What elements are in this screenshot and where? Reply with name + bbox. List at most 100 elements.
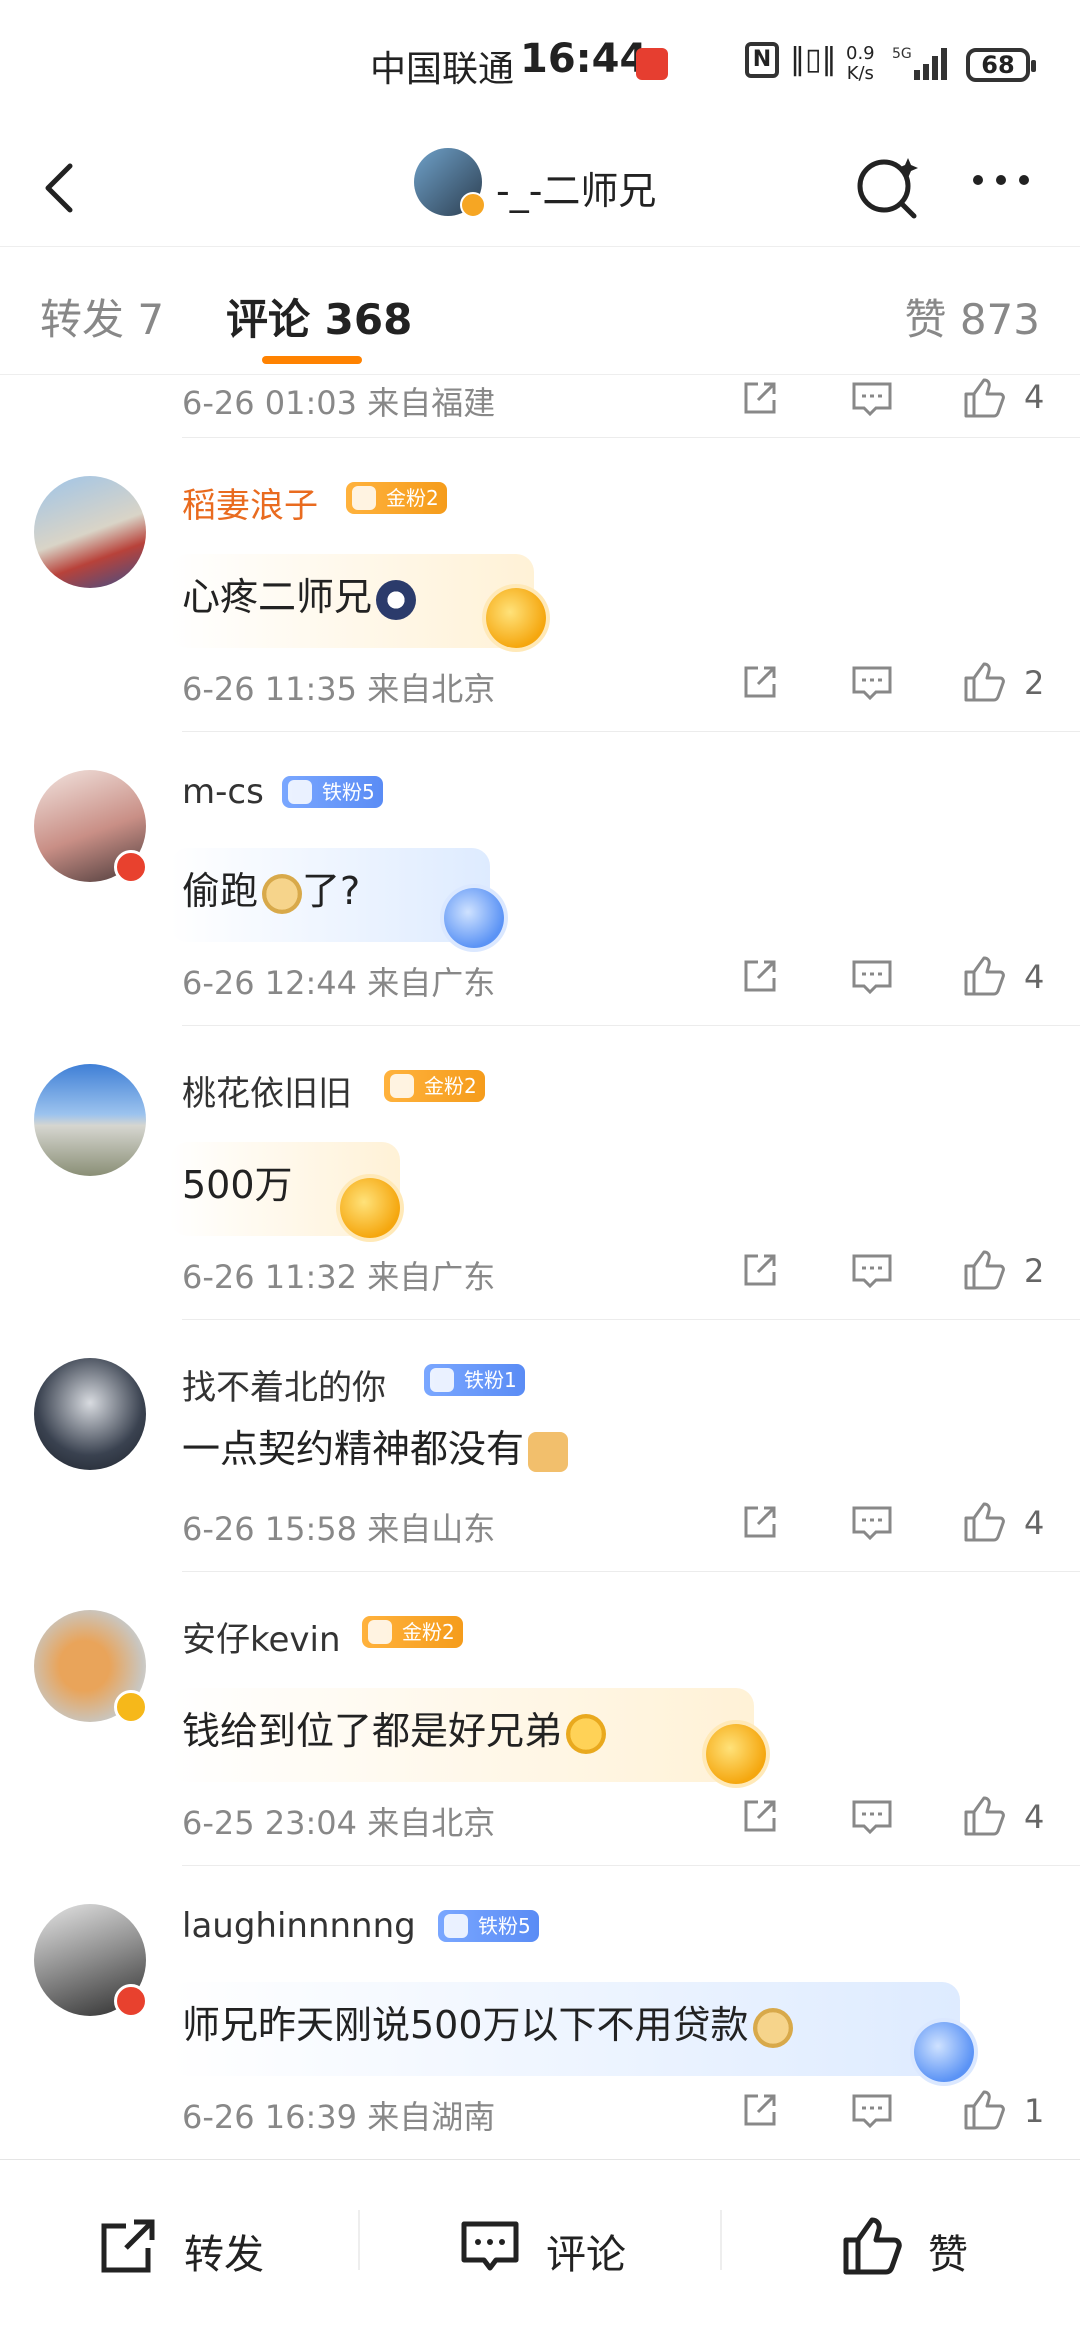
commenter-name[interactable]: m-cs: [182, 772, 264, 812]
like-count: 4: [1024, 1504, 1045, 1542]
member-badge-icon: [114, 850, 148, 884]
like-icon[interactable]: [962, 1500, 1006, 1544]
like-count: 1: [1024, 2092, 1045, 2130]
panda-emoji-icon: [376, 579, 417, 620]
avatar[interactable]: [34, 476, 146, 588]
comment-text: 钱给到位了都是好兄弟: [182, 1700, 607, 1755]
like-count: 4: [1024, 1798, 1045, 1836]
author-avatar[interactable]: [414, 148, 486, 218]
bottom-action-bar: 转发 评论 赞: [0, 2159, 1080, 2325]
avatar[interactable]: [34, 1358, 146, 1470]
diamond-icon: [288, 780, 312, 804]
svg-text:5G: 5G: [892, 46, 912, 62]
crown-icon: [352, 486, 376, 510]
crown-icon: [368, 1620, 392, 1644]
reply-icon[interactable]: [850, 954, 894, 998]
search-icon[interactable]: [852, 150, 922, 220]
repost-button[interactable]: 转发: [184, 2222, 264, 2280]
battery-icon: 68: [966, 48, 1036, 82]
like-count: 4: [1024, 378, 1045, 416]
fan-badge: 铁粉1: [424, 1364, 525, 1396]
reply-icon[interactable]: [850, 376, 894, 420]
diamond-icon: [444, 1914, 468, 1938]
more-icon[interactable]: [966, 160, 1036, 200]
verified-badge-icon: [460, 192, 486, 218]
reply-icon[interactable]: [850, 1794, 894, 1838]
member-badge-icon: [114, 1984, 148, 2018]
author-name[interactable]: -_-二师兄: [496, 160, 656, 215]
commenter-name[interactable]: 稻妻浪子: [182, 478, 318, 527]
gold-fan-coin-icon: [340, 1178, 400, 1238]
avatar[interactable]: [34, 1610, 148, 1724]
emoji-666-icon: [566, 1713, 607, 1754]
share-icon[interactable]: [738, 1794, 782, 1838]
share-icon[interactable]: [738, 660, 782, 704]
like-button[interactable]: 赞: [928, 2222, 968, 2280]
fan-badge: 金粉2: [384, 1070, 485, 1102]
back-arrow-icon[interactable]: [40, 158, 80, 218]
comment-button[interactable]: 评论: [546, 2222, 626, 2280]
share-icon[interactable]: [738, 954, 782, 998]
gold-fan-coin-icon: [706, 1724, 766, 1784]
tab-comment[interactable]: 评论 368: [226, 286, 412, 347]
like-count: 2: [1024, 1252, 1045, 1290]
like-icon[interactable]: [962, 376, 1006, 420]
share-icon[interactable]: [738, 376, 782, 420]
repost-icon[interactable]: [98, 2216, 158, 2276]
top-nav: -_-二师兄: [0, 130, 1080, 247]
comment-meta: 6-26 11:35 来自北京: [182, 670, 496, 708]
tab-repost[interactable]: 转发 7: [40, 286, 164, 347]
comment-meta: 6-26 15:58 来自山东: [182, 1510, 496, 1548]
diamond-icon: [430, 1368, 454, 1392]
status-bar: 中国联通 16:44 N ‖▯‖ 0.9 K/s 5G 68: [0, 0, 1080, 130]
like-icon[interactable]: [962, 2088, 1006, 2132]
comment-row: laughinnnnng 铁粉5 师兄昨天刚说500万以下不用贷款 6-26 1…: [0, 1866, 1080, 2159]
share-icon[interactable]: [738, 1248, 782, 1292]
iron-fan-coin-icon: [444, 888, 504, 948]
comment-list: 6-26 01:03 来自福建 4 稻妻浪子 金粉2 心疼二师兄 6-26 11…: [0, 374, 1080, 2159]
verified-badge-icon: [114, 1690, 148, 1724]
clock: 16:44: [520, 36, 648, 82]
reply-icon[interactable]: [850, 660, 894, 704]
carrier-label: 中国联通: [370, 49, 515, 90]
comment-meta: 6-26 11:32 来自广东: [182, 1258, 496, 1296]
avatar[interactable]: [34, 1904, 148, 2018]
reply-icon[interactable]: [850, 1248, 894, 1292]
vibrate-icon: ‖▯‖: [790, 42, 837, 77]
comment-row: 稻妻浪子 金粉2 心疼二师兄 6-26 11:35 来自北京 2: [0, 438, 1080, 732]
notification-app-icon: [636, 48, 668, 80]
fan-badge: 金粉2: [362, 1616, 463, 1648]
iron-fan-coin-icon: [914, 2022, 974, 2082]
commenter-name[interactable]: 桃花依旧旧: [182, 1066, 352, 1115]
doge-emoji-icon: [262, 873, 303, 914]
fan-badge: 金粉2: [346, 482, 447, 514]
like-count: 4: [1024, 958, 1045, 996]
tab-bar: 转发 7 评论 368 赞 873: [0, 246, 1080, 375]
commenter-name[interactable]: 安仔kevin: [182, 1612, 341, 1661]
comment-row: 安仔kevin 金粉2 钱给到位了都是好兄弟 6-25 23:04 来自北京 4: [0, 1572, 1080, 1866]
comment-row: 找不着北的你 铁粉1 一点契约精神都没有 6-26 15:58 来自山东 4: [0, 1320, 1080, 1572]
commenter-name[interactable]: laughinnnnng: [182, 1906, 416, 1946]
gold-fan-coin-icon: [486, 588, 546, 648]
avatar[interactable]: [34, 1064, 146, 1176]
tab-like[interactable]: 赞 873: [904, 286, 1040, 347]
comment-meta: 6-26 16:39 来自湖南: [182, 2098, 496, 2136]
like-icon[interactable]: [962, 1794, 1006, 1838]
share-icon[interactable]: [738, 1500, 782, 1544]
comment-meta: 6-25 23:04 来自北京: [182, 1804, 496, 1842]
comment-row: 桃花依旧旧 金粉2 500万 6-26 11:32 来自广东 2: [0, 1026, 1080, 1320]
comment-text: 偷跑 了?: [182, 869, 361, 914]
comment-icon[interactable]: [460, 2216, 520, 2276]
signal-icon: 5G: [892, 46, 947, 80]
like-icon[interactable]: [962, 954, 1006, 998]
like-icon[interactable]: [962, 1248, 1006, 1292]
share-icon[interactable]: [738, 2088, 782, 2132]
like-icon[interactable]: [962, 660, 1006, 704]
reply-icon[interactable]: [850, 1500, 894, 1544]
thumbs-down-emoji-icon: [528, 1431, 569, 1472]
like-icon[interactable]: [842, 2216, 902, 2276]
comment-row-partial: 6-26 01:03 来自福建 4: [0, 374, 1080, 438]
reply-icon[interactable]: [850, 2088, 894, 2132]
commenter-name[interactable]: 找不着北的你: [182, 1360, 386, 1409]
avatar[interactable]: [34, 770, 148, 884]
